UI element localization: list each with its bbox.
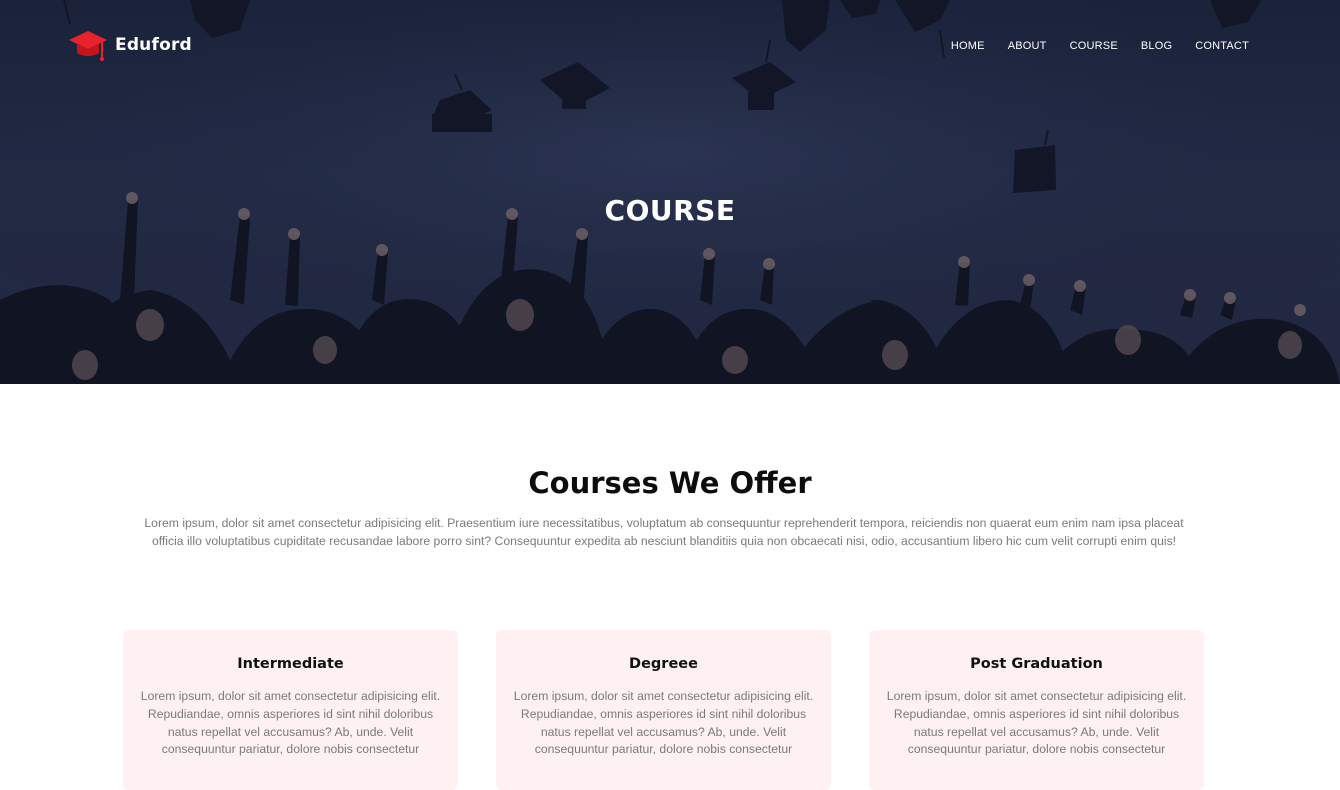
- card-title: Post Graduation: [970, 656, 1103, 672]
- card-text: Lorem ipsum, dolor sit amet consectetur …: [513, 689, 814, 757]
- section-description: Lorem ipsum, dolor sit amet consectetur …: [144, 516, 1184, 548]
- nav-menu: HOME ABOUT COURSE BLOG CONTACT: [951, 40, 1249, 52]
- graduation-cap-icon: [69, 31, 107, 61]
- course-card-post-graduation[interactable]: Post Graduation Lorem ipsum, dolor sit a…: [869, 630, 1204, 790]
- card-text: Lorem ipsum, dolor sit amet consectetur …: [140, 689, 441, 757]
- nav-item-contact[interactable]: CONTACT: [1195, 40, 1249, 52]
- nav-item-about[interactable]: ABOUT: [1008, 40, 1047, 52]
- brand-logo[interactable]: Eduford: [68, 28, 192, 62]
- card-text: Lorem ipsum, dolor sit amet consectetur …: [886, 689, 1187, 757]
- course-card-intermediate[interactable]: Intermediate Lorem ipsum, dolor sit amet…: [123, 630, 458, 790]
- nav-item-home[interactable]: HOME: [951, 40, 985, 52]
- card-title: Intermediate: [237, 656, 344, 672]
- navbar: Eduford HOME ABOUT COURSE BLOG CONTACT: [0, 0, 1340, 90]
- hero-title: COURSE: [604, 193, 736, 227]
- section-title: Courses We Offer: [528, 466, 812, 500]
- brand-name: Eduford: [115, 35, 192, 55]
- nav-item-course[interactable]: COURSE: [1070, 40, 1118, 52]
- course-card-degree[interactable]: Degreee Lorem ipsum, dolor sit amet cons…: [496, 630, 831, 790]
- card-title: Degreee: [629, 656, 698, 672]
- nav-item-blog[interactable]: BLOG: [1141, 40, 1172, 52]
- hero-banner: Eduford HOME ABOUT COURSE BLOG CONTACT C…: [0, 0, 1340, 384]
